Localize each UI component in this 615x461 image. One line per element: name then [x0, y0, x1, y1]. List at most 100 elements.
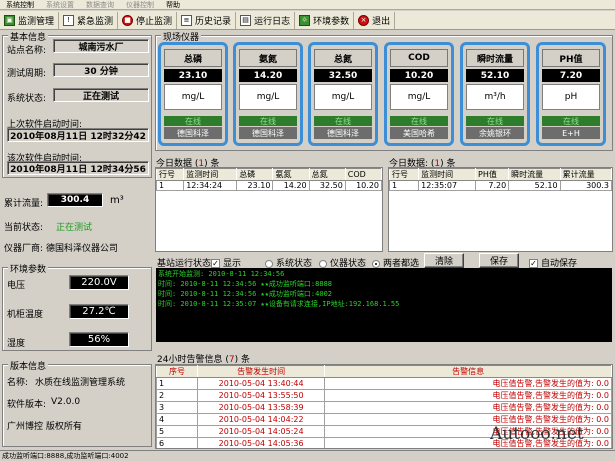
column-header[interactable]: 总氮 — [308, 168, 346, 181]
monitor-manage-label: 监测管理 — [18, 16, 55, 27]
instrument-unit: mg/L — [164, 84, 222, 110]
stop-icon: ■ — [122, 14, 134, 26]
table-cell: 2010-05-04 14:04:22 — [196, 413, 326, 426]
column-header[interactable]: COD — [344, 168, 382, 181]
monitor-manage-button[interactable]: ▣ 监测管理 — [0, 11, 60, 29]
column-header[interactable]: 累计流量 — [559, 168, 612, 181]
column-header[interactable]: PH值 — [475, 168, 510, 181]
clear-button[interactable]: 清除 — [424, 253, 464, 268]
env-button[interactable]: ☼ 环境参数 — [295, 11, 355, 29]
basic-info-group: 基本信息 站点名称: 城南污水厂 测试周期: 30 分钟 系统状态: 正在测试 … — [2, 30, 152, 178]
instrument-name: 总氮 — [314, 49, 372, 67]
voltage-label: 电压 — [7, 281, 26, 291]
column-header[interactable]: 告警发生时间 — [196, 365, 326, 378]
table-cell: 5 — [156, 425, 198, 438]
table-header-row: 序号 告警发生时间 告警信息 — [156, 365, 612, 378]
monitor-icon: ▣ — [4, 14, 15, 26]
cabinet-temp-value: 27.2℃ — [69, 304, 129, 319]
history-button[interactable]: ≡ 历史记录 — [177, 11, 237, 29]
log-line: 时间: 2010-8-11 12:34:56 ★★成功监听端口:4002 — [158, 290, 333, 298]
menu-query[interactable]: 数据查询 — [80, 0, 120, 10]
basic-info-title: 基本信息 — [8, 30, 49, 43]
column-header[interactable]: 序号 — [156, 365, 198, 378]
log-line: 时间: 2010-8-11 12:35:07 ★★设备有请求连接,IP地址:19… — [158, 300, 400, 308]
instrument-vendor: 德国科泽 — [164, 127, 222, 139]
menu-help[interactable]: 帮助 — [160, 0, 186, 10]
table-header-row: 行号 监测时间 PH值 瞬时流量 累计流量 — [389, 168, 612, 181]
exit-label: 退出 — [372, 16, 391, 27]
table-row[interactable]: 1 2010-05-04 13:40:44 电压值告警,告警发生的值为: 0.0 — [156, 377, 612, 390]
emergency-label: 紧急监测 — [77, 16, 114, 27]
instrument-panel[interactable]: 总磷 23.10 mg/L 在线 德国科泽 — [158, 42, 228, 146]
runlog-label: 运行日志 — [254, 16, 291, 27]
table-row[interactable]: 1 12:34:24 23.10 14.20 32.50 10.20 — [156, 180, 382, 191]
instrument-unit: mg/L — [314, 84, 372, 110]
column-header[interactable]: 告警信息 — [324, 365, 612, 378]
instrument-name: 瞬时流量 — [466, 49, 524, 67]
today2-table[interactable]: 行号 监测时间 PH值 瞬时流量 累计流量 1 12:35:07 7.20 52.10 300.3 — [388, 167, 613, 252]
instrument-panel[interactable]: 总氮 32.50 mg/L 在线 德国科泽 — [308, 42, 378, 146]
runlog-button[interactable]: ▤ 运行日志 — [236, 11, 296, 29]
toolbar: ▣ 监测管理 ! 紧急监测 ■ 停止监测 ≡ 历史记录 ▤ 运行日志 ☼ 环境参数 × 退出 — [0, 11, 615, 30]
stop-button[interactable]: ■ 停止监测 — [118, 11, 178, 29]
today1-table[interactable]: 行号 监测时间 总磷 氨氮 总氮 COD 1 12:34:24 23.10 14.20 32.50 1… — [155, 167, 383, 252]
instrument-panel[interactable]: COD 10.20 mg/L 在线 美国哈希 — [384, 42, 454, 146]
version-group: 版本信息 名称: 水质在线监测管理系统 软件版本: V2.0.0 广州博控 版权… — [2, 359, 152, 447]
version-title: 版本信息 — [8, 359, 49, 372]
menu-instrument[interactable]: 仪器控制 — [120, 0, 160, 10]
table-cell: 3 — [156, 401, 198, 414]
table-cell: 300.3 — [559, 180, 612, 191]
site-value: 城南污水厂 — [53, 39, 149, 53]
menu-settings[interactable]: 系统设置 — [40, 0, 80, 10]
instrument-name: COD — [390, 49, 448, 67]
save-button[interactable]: 保存 — [479, 253, 519, 268]
history-icon: ≡ — [181, 14, 193, 26]
table-cell: 12:34:24 — [183, 180, 238, 191]
instrument-panel[interactable]: PH值 7.20 pH 在线 E+H — [536, 42, 606, 146]
instrument-panel[interactable]: 氨氮 14.20 mg/L 在线 德国科泽 — [233, 42, 303, 146]
instrument-value: 52.10 — [466, 69, 524, 82]
maker-label: 仪器厂商: — [4, 244, 44, 254]
instrument-name: PH值 — [542, 49, 600, 67]
today2-grid: 行号 监测时间 PH值 瞬时流量 累计流量 1 12:35:07 7.20 52.10 300.3 — [389, 168, 612, 191]
column-header[interactable]: 行号 — [389, 168, 420, 181]
instrument-name: 氨氮 — [239, 49, 297, 67]
table-cell: 电压值告警,告警发生的值为: 0.0 — [324, 377, 612, 390]
history-label: 历史记录 — [195, 16, 232, 27]
instrument-unit: m³/h — [466, 84, 524, 110]
column-header[interactable]: 监测时间 — [183, 168, 238, 181]
column-header[interactable]: 总磷 — [236, 168, 274, 181]
instrument-value: 32.50 — [314, 69, 372, 82]
state-value: 正在测试 — [53, 88, 149, 102]
env-label: 环境参数 — [313, 16, 350, 27]
exit-button[interactable]: × 退出 — [354, 11, 396, 29]
table-cell: 10.20 — [344, 180, 382, 191]
emergency-icon: ! — [63, 14, 75, 26]
table-cell: 7.20 — [475, 180, 510, 191]
table-row[interactable]: 2 2010-05-04 13:55:50 电压值告警,告警发生的值为: 0.0 — [156, 389, 612, 402]
column-header[interactable]: 行号 — [156, 168, 185, 181]
radio-both-icon — [372, 259, 380, 268]
last-start-value: 2010年08月11日 12时32分42 — [7, 128, 149, 142]
column-header[interactable]: 瞬时流量 — [508, 168, 561, 181]
menu-system[interactable]: 系统控制 — [0, 0, 40, 10]
table-row[interactable]: 3 2010-05-04 13:58:39 电压值告警,告警发生的值为: 0.0 — [156, 401, 612, 414]
emergency-button[interactable]: ! 紧急监测 — [59, 11, 119, 29]
current-state-value: 正在测试 — [56, 223, 93, 233]
table-cell: 1 — [389, 180, 420, 191]
table-row[interactable]: 1 12:35:07 7.20 52.10 300.3 — [389, 180, 612, 191]
instrument-status: 在线 — [239, 116, 297, 126]
station-log[interactable]: 系统开始监测: 2010-8-11 12:34:56 时间: 2010-8-11 … — [156, 268, 612, 342]
period-label: 测试周期: — [7, 69, 47, 79]
column-header[interactable]: 氨氮 — [272, 168, 310, 181]
instrument-panel[interactable]: 瞬时流量 52.10 m³/h 在线 余姚银环 — [460, 42, 530, 146]
instrument-name: 总磷 — [164, 49, 222, 67]
humidity-label: 湿度 — [7, 339, 26, 349]
instrument-status: 在线 — [390, 116, 448, 126]
column-header[interactable]: 监测时间 — [418, 168, 477, 181]
app-version-label: 软件版本: — [7, 400, 47, 410]
log-icon: ▤ — [240, 14, 252, 26]
maker-value: 德国科泽仪器公司 — [46, 244, 119, 254]
table-cell: 1 — [156, 180, 185, 191]
table-cell: 2010-05-04 14:05:36 — [196, 437, 326, 448]
